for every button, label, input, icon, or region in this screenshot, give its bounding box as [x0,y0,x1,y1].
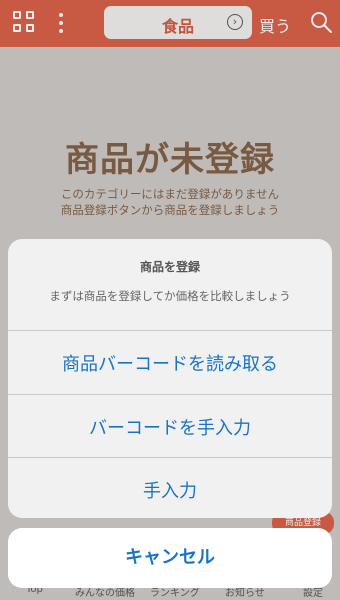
action-sheet-title: 商品を登録 [139,260,200,274]
manual-input-button[interactable]: 手入力 [8,477,332,503]
manual-barcode-button[interactable]: バーコードを手入力 [8,414,332,440]
scan-barcode-button[interactable]: 商品バーコードを読み取る [8,350,332,376]
action-sheet: 商品を登録 まずは商品を登録してか価格を比較しましょう 商品バーコードを読み取る… [8,239,332,518]
divider [8,457,332,458]
divider [8,330,332,331]
divider [8,394,332,395]
action-sheet-message: まずは商品を登録してか価格を比較しましょう [49,289,291,303]
cancel-button[interactable]: キャンセル [8,528,332,588]
